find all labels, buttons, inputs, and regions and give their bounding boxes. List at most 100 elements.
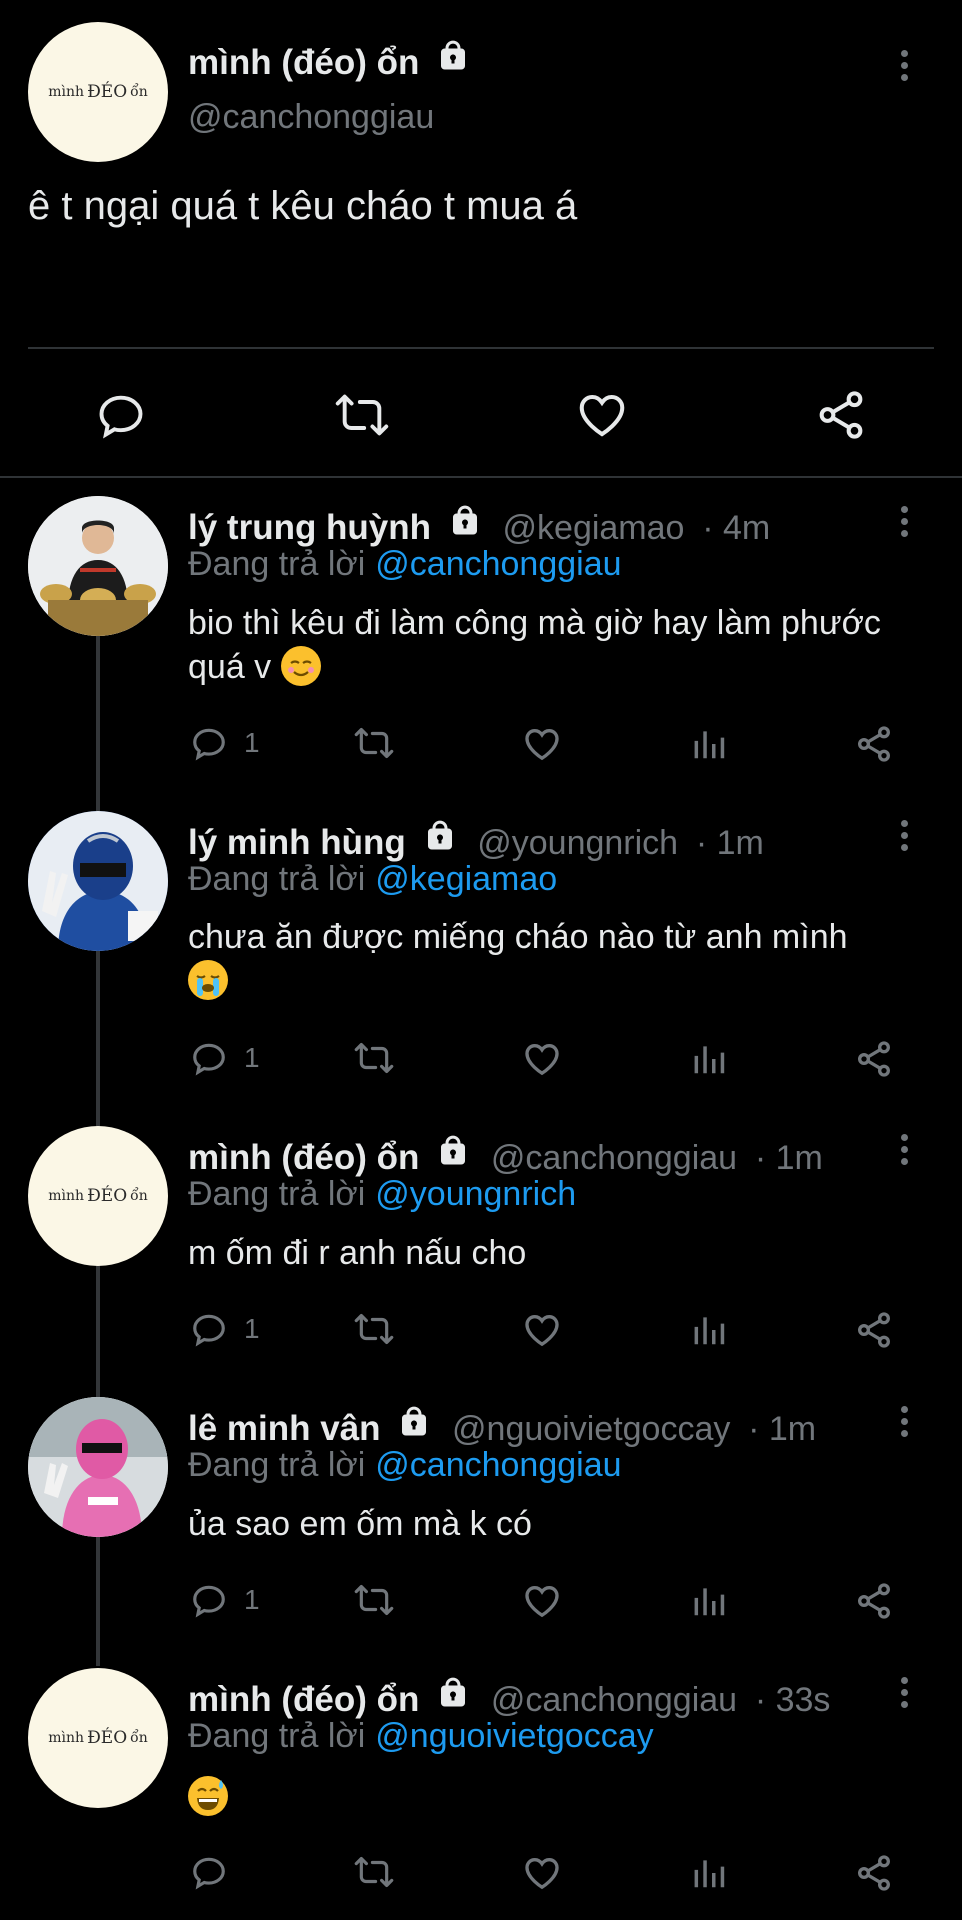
main-handle[interactable]: @canchonggiau [188,98,434,137]
reply-time: · 1m [754,1139,823,1177]
retweet-icon[interactable] [332,389,392,441]
reply-text: m ốm đi r anh nấu cho [188,1234,527,1272]
reply-avatar[interactable] [28,496,168,636]
replying-to-link[interactable]: @canchonggiau [375,545,621,583]
retweet-icon[interactable] [352,1039,396,1077]
analytics-icon[interactable] [690,1854,728,1892]
like-icon[interactable] [522,1310,562,1350]
more-options-icon[interactable] [901,820,911,856]
avatar-text: ổn [130,84,148,100]
replying-to-link[interactable]: @kegiamao [375,860,557,898]
reply-count: 1 [244,727,260,758]
avatar-text: mình [48,84,85,100]
reply-icon[interactable] [190,1853,228,1891]
reply-display-name: mình (đéo) ổn [188,1138,420,1177]
more-options-icon[interactable] [901,1134,911,1170]
reply-text: bio thì kêu đi làm công mà giờ hay làm p… [188,604,881,686]
replying-to: Đang trả lời @canchonggiau [188,1446,622,1484]
share-icon[interactable] [854,1039,894,1079]
avatar-text: mình [48,1730,85,1746]
lock-icon [452,505,477,535]
replying-to-link[interactable]: @nguoivietgoccay [375,1717,653,1755]
retweet-icon[interactable] [352,1310,396,1348]
reply-handle: @youngnrich [477,824,679,862]
reply-header[interactable]: lý trung huỳnh @kegiamao · 4m [188,503,770,548]
lock-icon [441,1677,466,1707]
reply-handle: @canchonggiau [490,1681,738,1719]
reply-icon[interactable] [190,1310,228,1348]
reply-handle: @kegiamao [502,509,685,547]
reply-avatar[interactable] [28,1397,168,1537]
avatar-text: ĐÉO [87,1186,128,1206]
divider [0,476,962,478]
more-options-icon[interactable] [901,50,911,86]
replying-to: Đang trả lời @kegiamao [188,860,558,898]
retweet-icon[interactable] [352,724,396,762]
avatar-text: ĐÉO [87,82,128,102]
replying-to-link[interactable]: @youngnrich [375,1175,576,1213]
reply-display-name: lý minh hùng [188,823,406,862]
avatar-text: ổn [130,1188,148,1204]
reply-icon[interactable] [95,389,147,441]
grinning-sweat-emoji-icon [188,1776,228,1816]
reply-header[interactable]: lê minh vân @nguoivietgoccay · 1m [188,1404,816,1449]
reply-header[interactable]: mình (đéo) ổn @canchonggiau · 33s [188,1675,830,1720]
reply-avatar[interactable]: mình ĐÉO ổn [28,1668,168,1808]
reply-text: ủa sao em ốm mà k có [188,1505,532,1543]
replying-to: Đang trả lời @nguoivietgoccay [188,1717,654,1755]
reply-display-name: mình (đéo) ổn [188,1680,420,1719]
lock-icon [427,820,452,850]
reply-icon[interactable] [190,1039,228,1077]
reply-text [188,1775,928,1819]
reply-text: chưa ăn được miếng cháo nào từ anh mình [188,915,928,1003]
reply-handle: @canchonggiau [490,1139,738,1177]
reply-header[interactable]: lý minh hùng @youngnrich · 1m [188,818,764,863]
reply-display-name: lê minh vân [188,1409,381,1448]
reply-count: 1 [244,1584,260,1615]
share-icon[interactable] [854,1310,894,1350]
replying-to-link[interactable]: @canchonggiau [375,1446,621,1484]
divider [28,347,934,349]
like-icon[interactable] [522,724,562,764]
replying-to: Đang trả lời @youngnrich [188,1175,577,1213]
reply-display-name: lý trung huỳnh [188,508,432,547]
more-options-icon[interactable] [901,506,911,542]
share-icon[interactable] [854,1581,894,1621]
reply-header[interactable]: mình (đéo) ổn @canchonggiau · 1m [188,1133,823,1178]
retweet-icon[interactable] [352,1853,396,1891]
share-icon[interactable] [814,388,868,442]
reply-count: 1 [244,1313,260,1344]
retweet-icon[interactable] [352,1581,396,1619]
more-options-icon[interactable] [901,1406,911,1442]
share-icon[interactable] [854,1853,894,1893]
reply-time: · 1m [695,824,764,862]
avatar-text: ĐÉO [87,1728,128,1748]
reply-time: · 4m [702,509,771,547]
reply-time: · 33s [754,1681,831,1719]
main-tweet-text: ê t ngại quá t kêu cháo t mua á [28,184,578,228]
main-avatar[interactable]: mình ĐÉO ổn [28,22,168,162]
loudly-crying-emoji-icon [188,960,228,1000]
like-icon[interactable] [522,1853,562,1893]
like-icon[interactable] [522,1581,562,1621]
reply-avatar[interactable] [28,811,168,951]
reply-icon[interactable] [190,724,228,762]
like-icon[interactable] [522,1039,562,1079]
lock-icon [441,1135,466,1165]
reply-avatar[interactable]: mình ĐÉO ổn [28,1126,168,1266]
more-options-icon[interactable] [901,1677,911,1713]
avatar-text: ổn [130,1730,148,1746]
main-display-name[interactable]: mình (đéo) ổn [188,38,471,83]
like-icon[interactable] [575,388,629,442]
analytics-icon[interactable] [690,1311,728,1349]
lock-icon [402,1406,427,1436]
reply-handle: @nguoivietgoccay [452,1410,731,1448]
analytics-icon[interactable] [690,725,728,763]
analytics-icon[interactable] [690,1582,728,1620]
reply-icon[interactable] [190,1581,228,1619]
analytics-icon[interactable] [690,1040,728,1078]
relieved-emoji-icon [280,646,321,686]
replying-to: Đang trả lời @canchonggiau [188,545,622,583]
lock-icon [441,40,466,70]
share-icon[interactable] [854,724,894,764]
